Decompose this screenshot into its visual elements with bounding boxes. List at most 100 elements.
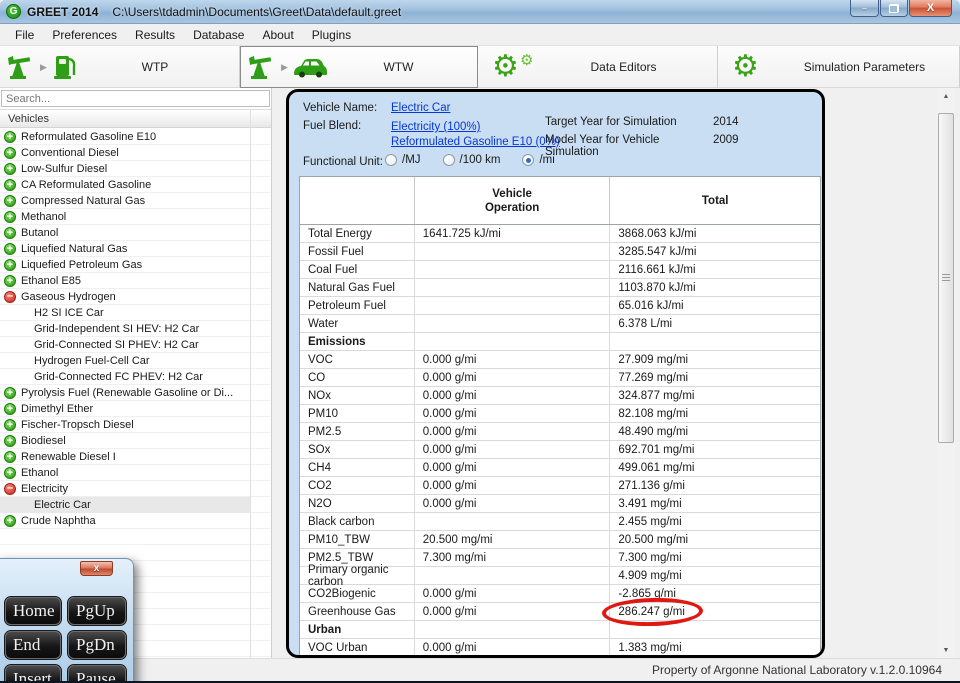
sidebar-item[interactable]: Hydrogen Fuel-Cell Car <box>0 353 250 369</box>
row-label: Fossil Fuel <box>300 243 415 260</box>
total-value: 2116.661 kJ/mi <box>610 261 820 278</box>
sidebar-item[interactable]: H2 SI ICE Car <box>0 305 250 321</box>
expand-toggle-icon[interactable] <box>4 163 16 175</box>
scrollbar-track[interactable] <box>938 104 954 642</box>
sidebar-item[interactable]: Renewable Diesel I <box>0 449 250 465</box>
vehicles-column-header[interactable]: Vehicles <box>0 109 271 128</box>
fuel-blend-links: Electricity (100%)Reformulated Gasoline … <box>391 120 560 150</box>
keyboard-key[interactable]: Insert <box>5 665 61 683</box>
keyboard-key[interactable]: End <box>5 631 61 659</box>
vehicle-name-link[interactable]: Electric Car <box>391 102 450 114</box>
expand-toggle-icon[interactable] <box>4 451 16 463</box>
data-editors-button[interactable]: ⚙ ⚙ Data Editors <box>478 46 718 88</box>
radio-icon <box>522 154 534 166</box>
sidebar-item[interactable]: Compressed Natural Gas <box>0 193 250 209</box>
expand-toggle-icon[interactable] <box>4 483 16 495</box>
expand-toggle-icon[interactable] <box>4 435 16 447</box>
fuel-dispenser-icon <box>51 53 79 81</box>
sidebar-item[interactable]: Grid-Connected SI PHEV: H2 Car <box>0 337 250 353</box>
menu-item[interactable]: Plugins <box>303 25 360 45</box>
sidebar-item[interactable]: Liquefied Natural Gas <box>0 241 250 257</box>
sidebar-item-label: Liquefied Natural Gas <box>21 243 127 255</box>
functional-unit-option[interactable]: /100 km <box>443 154 501 166</box>
sidebar-item[interactable]: Pyrolysis Fuel (Renewable Gasoline or Di… <box>0 385 250 401</box>
wtp-button[interactable]: ▶ WTP <box>0 46 240 88</box>
close-button[interactable]: X <box>909 0 952 17</box>
sidebar-item[interactable]: Butanol <box>0 225 250 241</box>
scrollbar-thumb[interactable] <box>938 113 954 443</box>
expand-toggle-icon[interactable] <box>4 211 16 223</box>
expand-toggle-icon[interactable] <box>4 259 16 271</box>
table-row: Primary organic carbon 4.909 mg/mi <box>300 567 820 585</box>
keyboard-close-button[interactable]: x <box>80 561 113 576</box>
expand-toggle-icon[interactable] <box>4 195 16 207</box>
sidebar-item[interactable]: Biodiesel <box>0 433 250 449</box>
sidebar-item[interactable]: Gaseous Hydrogen <box>0 289 250 305</box>
expand-toggle-icon[interactable] <box>4 403 16 415</box>
vertical-scrollbar[interactable]: ▲ ▼ <box>937 88 955 658</box>
functional-unit-option[interactable]: /MJ <box>385 154 421 166</box>
status-text: Property of Argonne National Laboratory … <box>652 663 942 677</box>
sidebar-item[interactable]: Dimethyl Ether <box>0 401 250 417</box>
onscreen-keyboard[interactable]: x HomePgUpEndPgDn Insert Pause <box>0 558 134 683</box>
keyboard-key[interactable]: Home <box>5 597 61 625</box>
sidebar-item[interactable]: Electricity <box>0 481 250 497</box>
keyboard-key[interactable]: PgUp <box>68 597 126 625</box>
sidebar-item[interactable]: Electric Car <box>0 497 250 513</box>
radio-icon <box>385 154 397 166</box>
toolbar-label: Data Editors <box>538 60 709 74</box>
expand-toggle-icon[interactable] <box>4 275 16 287</box>
keyboard-key[interactable]: Pause <box>68 665 126 683</box>
menu-item[interactable]: About <box>253 25 302 45</box>
menu-item[interactable]: Preferences <box>43 25 126 45</box>
expand-toggle-icon[interactable] <box>4 227 16 239</box>
menu-item[interactable]: File <box>6 25 43 45</box>
expand-toggle-icon[interactable] <box>4 387 16 399</box>
sidebar-item[interactable]: Reformulated Gasoline E10 <box>0 129 250 145</box>
total-value: 27.909 mg/mi <box>610 351 820 368</box>
sidebar-item[interactable]: Ethanol <box>0 465 250 481</box>
fuel-blend-link[interactable]: Reformulated Gasoline E10 (0%) <box>391 135 560 150</box>
expand-toggle-icon[interactable] <box>4 419 16 431</box>
sidebar-item-label: Pyrolysis Fuel (Renewable Gasoline or Di… <box>21 387 233 399</box>
expand-toggle-icon[interactable] <box>4 131 16 143</box>
sidebar-item[interactable]: CA Reformulated Gasoline <box>0 177 250 193</box>
expand-toggle-icon[interactable] <box>4 147 16 159</box>
expand-toggle-icon[interactable] <box>4 291 16 303</box>
expand-toggle-icon[interactable] <box>4 243 16 255</box>
sidebar-item[interactable]: Liquefied Petroleum Gas <box>0 257 250 273</box>
restore-button[interactable] <box>880 0 908 17</box>
sidebar-item-label: Hydrogen Fuel-Cell Car <box>34 355 150 367</box>
expand-toggle-icon[interactable] <box>4 467 16 479</box>
fuel-blend-link[interactable]: Electricity (100%) <box>391 120 560 135</box>
expand-toggle-icon[interactable] <box>4 515 16 527</box>
menu-item[interactable]: Results <box>126 25 184 45</box>
column-divider <box>250 109 251 658</box>
scroll-up-button[interactable]: ▲ <box>937 88 955 104</box>
sidebar-item[interactable]: Crude Naphtha <box>0 513 250 529</box>
sidebar-item-label: Dimethyl Ether <box>21 403 93 415</box>
vehicle-operation-value: 0.000 g/mi <box>415 405 611 422</box>
vehicle-operation-value <box>415 621 611 638</box>
simulation-parameters-button[interactable]: ⚙ Simulation Parameters <box>718 46 960 88</box>
title-bar[interactable]: G GREET 2014C:\Users\tdadmin\Documents\G… <box>0 0 960 24</box>
row-label: CH4 <box>300 459 415 476</box>
sidebar-item[interactable]: Methanol <box>0 209 250 225</box>
minimize-button[interactable]: – <box>850 0 879 17</box>
sidebar-item[interactable]: Grid-Connected FC PHEV: H2 Car <box>0 369 250 385</box>
total-value: 48.490 mg/mi <box>610 423 820 440</box>
sidebar-item[interactable]: Fischer-Tropsch Diesel <box>0 417 250 433</box>
expand-toggle-icon[interactable] <box>4 179 16 191</box>
sidebar-item[interactable]: Grid-Independent SI HEV: H2 Car <box>0 321 250 337</box>
menu-item[interactable]: Database <box>184 25 253 45</box>
sidebar-item[interactable]: Low-Sulfur Diesel <box>0 161 250 177</box>
keyboard-key[interactable]: PgDn <box>68 631 126 659</box>
search-input[interactable] <box>1 90 270 107</box>
functional-unit-option[interactable]: /mi <box>522 154 554 166</box>
sidebar-item[interactable]: Conventional Diesel <box>0 145 250 161</box>
row-label: CO <box>300 369 415 386</box>
scroll-down-button[interactable]: ▼ <box>937 642 955 658</box>
sidebar-item[interactable]: Ethanol E85 <box>0 273 250 289</box>
row-label: Coal Fuel <box>300 261 415 278</box>
wtw-button[interactable]: ▶ WTW <box>240 46 478 88</box>
